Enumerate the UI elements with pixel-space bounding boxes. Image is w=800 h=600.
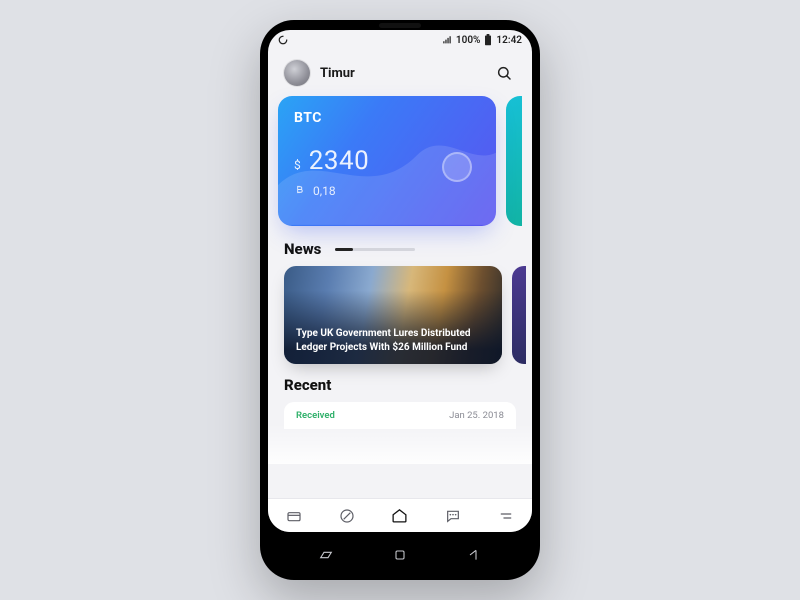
nav-home[interactable] [384, 500, 416, 532]
crypto-amount: 0,18 [313, 184, 336, 198]
status-bar: 100% 12:42 [268, 30, 532, 50]
signal-icon [442, 35, 452, 45]
wallet-card-btc[interactable]: BTC $ 2340 0,18 [278, 96, 496, 226]
chat-icon [445, 508, 461, 524]
avatar[interactable] [284, 60, 310, 86]
search-icon [496, 65, 512, 81]
section-head-news: News [268, 226, 532, 266]
clock: 12:42 [496, 35, 522, 46]
hw-back-icon[interactable] [466, 547, 482, 566]
screen: 100% 12:42 Timur [268, 30, 532, 532]
fiat-symbol: $ [294, 158, 301, 172]
nav-wallet[interactable] [278, 500, 310, 532]
nav-explore[interactable] [331, 500, 363, 532]
wallet-crypto-row: 0,18 [294, 184, 480, 198]
loading-spinner-icon [278, 35, 288, 45]
search-button[interactable] [492, 61, 516, 85]
card-icon [286, 508, 302, 524]
battery-percent: 100% [456, 35, 481, 46]
news-scroll-indicator [335, 248, 415, 251]
compass-icon [339, 508, 355, 524]
bottom-nav [268, 498, 532, 532]
news-heading: News [284, 240, 321, 258]
bottom-fade [268, 424, 532, 464]
nav-chat[interactable] [437, 500, 469, 532]
wallet-fiat-row: $ 2340 [294, 146, 480, 176]
wallet-card-next-peek[interactable] [506, 96, 522, 226]
news-card[interactable]: Type UK Government Lures Distributed Led… [284, 266, 502, 364]
menu-icon [498, 508, 514, 524]
recent-item[interactable]: Received Jan 25. 2018 [284, 402, 516, 429]
username: Timur [320, 66, 355, 81]
hw-home-icon[interactable] [392, 547, 408, 566]
phone-frame: 100% 12:42 Timur [260, 20, 540, 580]
news-carousel[interactable]: Type UK Government Lures Distributed Led… [268, 266, 532, 364]
app-header: Timur [268, 54, 532, 96]
home-icon [391, 507, 408, 524]
nav-menu[interactable] [490, 500, 522, 532]
wallet-carousel[interactable]: BTC $ 2340 0,18 [268, 96, 532, 226]
battery-icon [484, 34, 492, 46]
bitcoin-icon [294, 184, 305, 198]
scroll-content[interactable]: Timur BTC $ 2340 [268, 50, 532, 498]
recent-heading: Recent [284, 376, 516, 394]
section-head-recent: Recent [268, 364, 532, 398]
hw-recent-icon[interactable] [318, 547, 334, 566]
fiat-amount: 2340 [309, 146, 369, 176]
hardware-buttons [260, 547, 540, 566]
recent-item-date: Jan 25. 2018 [449, 410, 504, 421]
news-card-next-peek[interactable] [512, 266, 526, 364]
news-title: Type UK Government Lures Distributed Led… [296, 327, 490, 354]
recent-item-label: Received [296, 410, 335, 421]
